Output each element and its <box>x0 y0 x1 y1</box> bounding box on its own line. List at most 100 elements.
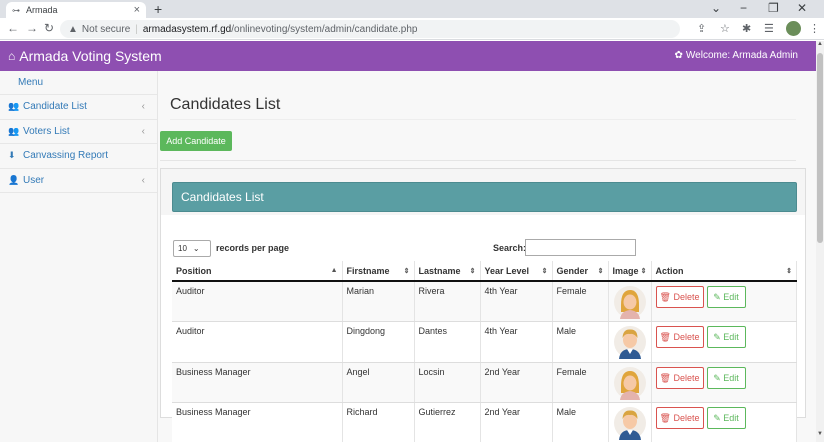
download-icon: ⬇ <box>8 150 16 161</box>
cell-firstname: Angel <box>342 362 415 403</box>
add-candidate-button[interactable]: Add Candidate <box>160 131 232 151</box>
address-bar[interactable]: ▲ Not secure | armadasystem.rf.gd /onlin… <box>60 20 680 38</box>
column-header-image[interactable]: Image ⇕ <box>608 261 652 282</box>
brand-link[interactable]: ⌂ Armada Voting System <box>8 48 162 64</box>
bookmark-star-icon[interactable]: ☆ <box>720 22 730 35</box>
sidebar-item-candidate-list[interactable]: 👥 Candidate List ‹ <box>0 95 157 120</box>
sidebar-item-label: Candidate List <box>23 101 87 113</box>
sort-icon: ⇕ <box>786 267 792 275</box>
male-avatar-icon <box>613 407 646 440</box>
scrollbar-thumb[interactable] <box>817 53 823 243</box>
edit-button[interactable]: ✎ Edit <box>706 286 746 308</box>
cell-position: Auditor <box>172 281 343 322</box>
column-header-position[interactable]: Position ▲ <box>172 261 343 282</box>
column-header-year-level[interactable]: Year Level ⇕ <box>480 261 553 282</box>
sort-icon: ⇕ <box>541 267 548 275</box>
home-icon: ⌂ <box>8 49 16 63</box>
delete-button[interactable]: 🗑 Delete <box>655 326 704 348</box>
candidates-table: Position ▲ Firstname ⇕ Lastname ⇕ Year Leve… <box>172 261 797 442</box>
reading-list-icon[interactable]: ☰ <box>764 22 774 35</box>
users-icon: 👥 <box>8 125 20 136</box>
sidebar-item-user[interactable]: 👤 User ‹ <box>0 169 157 193</box>
cell-gender: Male <box>552 321 609 363</box>
page-scrollbar[interactable]: ▲ ▼ <box>816 41 824 442</box>
male-avatar-icon <box>613 326 646 359</box>
column-header-gender[interactable]: Gender ⇕ <box>552 261 609 282</box>
user-menu[interactable]: ✿ Welcome: Armada Admin <box>675 50 798 61</box>
search-input[interactable] <box>525 239 636 256</box>
share-icon[interactable]: ⇪ <box>697 22 706 35</box>
forward-icon[interactable]: → <box>26 21 38 35</box>
cell-position: Auditor <box>172 321 343 363</box>
candidates-panel: Candidates List 10 ⌄ records per page Se… <box>160 168 806 442</box>
cell-gender: Male <box>552 402 609 442</box>
profile-avatar[interactable] <box>786 21 801 36</box>
url-host: armadasystem.rf.gd <box>142 23 232 35</box>
maximize-icon[interactable]: ❐ <box>768 1 779 15</box>
table-row: Business Manager Angel Locsin 2nd Year F… <box>172 362 797 403</box>
tab-search-icon[interactable]: ⌄ <box>711 1 721 15</box>
browser-menu-icon[interactable]: ⋮ <box>809 22 820 35</box>
delete-button[interactable]: 🗑 Delete <box>655 407 704 429</box>
records-per-page-label: records per page <box>216 243 290 253</box>
edit-button[interactable]: ✎ Edit <box>706 326 746 348</box>
sidebar-item-canvassing-report[interactable]: ⬇ Canvassing Report <box>0 144 157 169</box>
female-avatar-icon <box>613 286 646 319</box>
close-window-icon[interactable]: ✕ <box>797 1 807 15</box>
edit-button[interactable]: ✎ Edit <box>706 407 746 429</box>
reload-icon[interactable]: ↻ <box>44 21 54 35</box>
brand-title: Armada Voting System <box>19 48 162 64</box>
sort-asc-icon: ▲ <box>330 266 338 274</box>
trash-icon: 🗑 <box>659 292 671 302</box>
page-title: Candidates List <box>170 96 281 113</box>
chevron-left-icon: ‹ <box>141 101 145 113</box>
cell-position: Business Manager <box>172 362 343 403</box>
browser-tab[interactable]: ⊶ Armada × <box>6 2 146 18</box>
sidebar-item-label: Canvassing Report <box>23 150 109 162</box>
trash-icon: 🗑 <box>659 413 671 423</box>
records-per-page-select[interactable]: 10 ⌄ <box>173 240 211 257</box>
cell-action: 🗑 Delete ✎ Edit <box>651 321 797 363</box>
cell-lastname: Rivera <box>414 281 481 322</box>
scroll-up-arrow-icon[interactable]: ▲ <box>817 41 823 47</box>
sort-icon: ⇕ <box>469 267 476 275</box>
cell-firstname: Marian <box>342 281 415 322</box>
cell-image <box>608 281 652 322</box>
sidebar-menu-title: Menu <box>0 71 157 95</box>
tab-close-icon[interactable]: × <box>134 4 140 16</box>
column-header-firstname[interactable]: Firstname ⇕ <box>342 261 415 282</box>
warning-icon: ▲ <box>68 23 78 35</box>
main-content: Candidates List Add Candidate Candidates… <box>158 71 816 442</box>
cell-action: 🗑 Delete ✎ Edit <box>651 362 797 403</box>
search-label: Search: <box>493 243 527 253</box>
delete-button[interactable]: 🗑 Delete <box>655 366 704 389</box>
chevron-down-icon: ⌄ <box>192 244 200 253</box>
cell-lastname: Dantes <box>414 321 481 363</box>
sort-icon: ⇕ <box>640 267 647 275</box>
cell-firstname: Richard <box>342 402 415 442</box>
column-header-lastname[interactable]: Lastname ⇕ <box>414 261 481 282</box>
new-tab-button[interactable]: + <box>154 1 162 17</box>
female-avatar-icon <box>613 366 646 400</box>
column-header-action[interactable]: Action ⇕ <box>651 261 797 282</box>
delete-button[interactable]: 🗑 Delete <box>655 286 704 308</box>
chevron-left-icon: ‹ <box>141 174 145 186</box>
cell-position: Business Manager <box>172 402 343 442</box>
content-divider <box>160 160 796 161</box>
cell-image <box>608 321 652 363</box>
app-header: ⌂ Armada Voting System ✿ Welcome: Armada… <box>0 41 816 71</box>
edit-button[interactable]: ✎ Edit <box>706 366 746 389</box>
cell-lastname: Gutierrez <box>414 402 481 442</box>
minimize-icon[interactable]: − <box>740 1 747 15</box>
back-icon[interactable]: ← <box>7 21 19 35</box>
pencil-icon: ✎ <box>713 372 721 383</box>
scroll-down-arrow-icon[interactable]: ▼ <box>817 431 823 437</box>
pencil-icon: ✎ <box>713 332 721 342</box>
title-divider <box>170 119 796 120</box>
table-row: Business Manager Richard Gutierrez 2nd Y… <box>172 402 797 442</box>
chevron-left-icon: ‹ <box>141 125 145 137</box>
extensions-icon[interactable]: ✱ <box>742 22 751 35</box>
sidebar-item-voters-list[interactable]: 👥 Voters List ‹ <box>0 120 157 144</box>
not-secure-label: Not secure <box>81 23 131 35</box>
table-row: Auditor Dingdong Dantes 4th Year Male 🗑 … <box>172 321 797 363</box>
